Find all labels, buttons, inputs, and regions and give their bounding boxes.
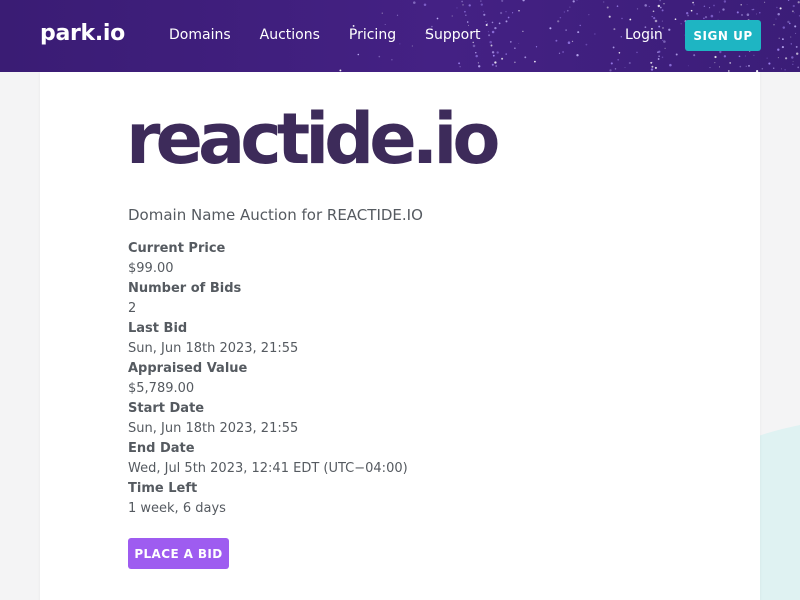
last-bid-label: Last Bid xyxy=(128,321,188,336)
login-link[interactable]: Login xyxy=(625,27,663,43)
park-io-logo[interactable]: park.io xyxy=(40,21,125,46)
time-left-value: 1 week, 6 days xyxy=(128,501,226,516)
nav-auctions[interactable]: Auctions xyxy=(260,27,320,43)
place-bid-button[interactable]: PLACE A BID xyxy=(128,538,229,569)
nav-pricing[interactable]: Pricing xyxy=(349,27,396,43)
current-price-value: $99.00 xyxy=(128,261,174,276)
signup-button[interactable]: SIGN UP xyxy=(685,20,761,51)
top-navbar: park.io Domains Auctions Pricing Support… xyxy=(0,0,800,72)
nav-domains[interactable]: Domains xyxy=(169,27,231,43)
number-of-bids-value: 2 xyxy=(128,301,137,316)
appraised-value-label: Appraised Value xyxy=(128,361,248,376)
number-of-bids-label: Number of Bids xyxy=(128,281,242,296)
time-left-label: Time Left xyxy=(128,481,198,496)
nav-support[interactable]: Support xyxy=(425,27,480,43)
start-date-label: Start Date xyxy=(128,401,205,416)
end-date-label: End Date xyxy=(128,441,195,456)
auction-details: Current Price $99.00 Number of Bids 2 La… xyxy=(128,239,408,519)
current-price-label: Current Price xyxy=(128,241,226,256)
main-nav: Domains Auctions Pricing Support xyxy=(169,27,509,43)
auction-card: reactide.io Domain Name Auction for REAC… xyxy=(40,72,760,600)
end-date-value: Wed, Jul 5th 2023, 12:41 EDT (UTC−04:00) xyxy=(128,461,408,476)
auction-subtitle: Domain Name Auction for REACTIDE.IO xyxy=(128,206,423,224)
appraised-value-value: $5,789.00 xyxy=(128,381,195,396)
start-date-value: Sun, Jun 18th 2023, 21:55 xyxy=(128,421,299,436)
domain-title: reactide.io xyxy=(126,98,500,180)
last-bid-value: Sun, Jun 18th 2023, 21:55 xyxy=(128,341,299,356)
